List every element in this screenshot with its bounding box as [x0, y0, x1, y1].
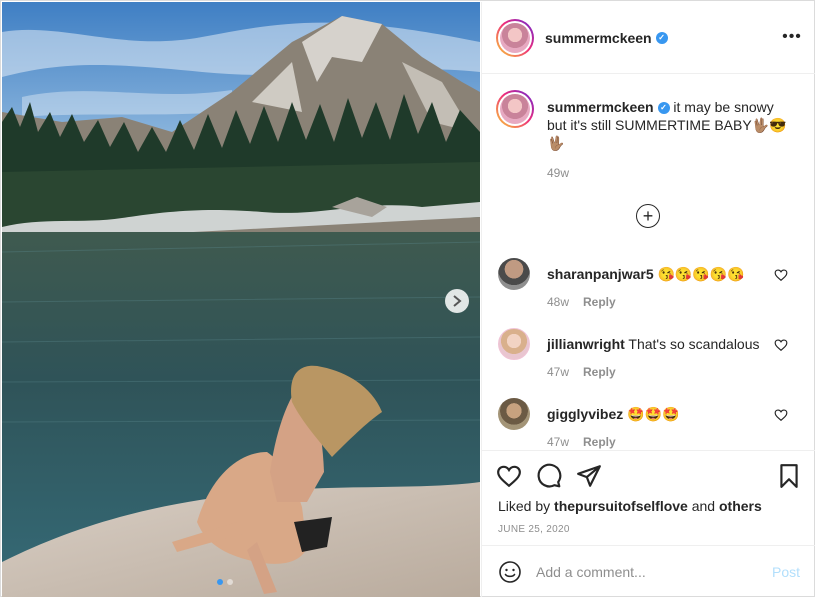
comment-item: gigglyvibez 🤩🤩🤩 47w Reply	[496, 398, 806, 458]
comment-text: That's so scandalous	[628, 336, 760, 352]
add-comment-bar: Post	[482, 545, 815, 597]
commenter-avatar[interactable]	[498, 328, 530, 360]
heart-icon[interactable]	[496, 463, 522, 489]
post-photo[interactable]	[2, 2, 480, 597]
plus-icon: +	[642, 205, 654, 226]
chevron-right-icon	[453, 295, 462, 307]
comment-text: 🤩🤩🤩	[627, 406, 680, 422]
comment-text: 😘😘😘😘😘	[657, 266, 745, 282]
likes-user[interactable]: thepursuitofselflove	[554, 498, 688, 514]
comment-text-line: sharanpanjwar5 😘😘😘😘😘	[547, 265, 777, 283]
comment-input[interactable]	[536, 562, 756, 582]
comment-icon[interactable]	[536, 463, 562, 489]
likes-others-link[interactable]: others	[719, 498, 762, 514]
caption-username[interactable]: summermckeen	[547, 99, 654, 115]
likes-joiner: and	[691, 498, 716, 514]
post-date[interactable]: JUNE 25, 2020	[498, 524, 570, 535]
verified-badge-icon: ✓	[655, 32, 668, 44]
author-username[interactable]: summermckeen	[545, 30, 652, 46]
author-name-row: summermckeen ✓	[545, 30, 668, 46]
bookmark-icon[interactable]	[776, 463, 802, 489]
author-avatar[interactable]	[496, 19, 534, 57]
next-slide-button[interactable]	[445, 289, 469, 313]
comment-item: jillianwright That's so scandalous 47w R…	[496, 328, 806, 388]
comment-time[interactable]: 48w	[547, 295, 569, 309]
post-side-panel: summermckeen ✓ ••• summermckeen ✓ it may…	[481, 2, 815, 597]
carousel-dot	[227, 579, 233, 585]
post-actions: Liked by thepursuitofselflove and others…	[482, 450, 815, 546]
comment-time[interactable]: 47w	[547, 365, 569, 379]
comment-like-heart-icon[interactable]	[774, 408, 788, 422]
load-more-comments-button[interactable]: +	[636, 204, 660, 228]
comment-text-line: gigglyvibez 🤩🤩🤩	[547, 405, 777, 423]
likes-summary: Liked by thepursuitofselflove and others	[498, 498, 762, 514]
caption-timestamp[interactable]: 49w	[547, 166, 569, 180]
commenter-username[interactable]: jillianwright	[547, 336, 625, 352]
commenter-avatar[interactable]	[498, 258, 530, 290]
caption-text-block: summermckeen ✓ it may be snowy but it's …	[547, 98, 797, 152]
lake-mountain-photo	[2, 2, 480, 597]
reply-button[interactable]: Reply	[583, 435, 616, 449]
commenter-avatar[interactable]	[498, 398, 530, 430]
comment-meta: 47w Reply	[547, 365, 616, 379]
smiley-icon[interactable]	[498, 560, 522, 584]
reply-button[interactable]: Reply	[583, 365, 616, 379]
paper-plane-icon[interactable]	[576, 463, 602, 489]
comment-like-heart-icon[interactable]	[774, 268, 788, 282]
comment-time[interactable]: 47w	[547, 435, 569, 449]
post-dialog: summermckeen ✓ ••• summermckeen ✓ it may…	[0, 0, 815, 597]
commenter-username[interactable]: gigglyvibez	[547, 406, 623, 422]
post-header: summermckeen ✓ •••	[482, 2, 815, 74]
comment-meta: 48w Reply	[547, 295, 616, 309]
verified-badge-icon: ✓	[657, 102, 670, 115]
reply-button[interactable]: Reply	[583, 295, 616, 309]
more-options-icon[interactable]: •••	[780, 28, 804, 48]
post-comment-button[interactable]: Post	[772, 564, 800, 580]
comment-meta: 47w Reply	[547, 435, 616, 449]
carousel-dot	[217, 579, 223, 585]
comment-like-heart-icon[interactable]	[774, 338, 788, 352]
caption-avatar[interactable]	[496, 90, 534, 128]
commenter-username[interactable]: sharanpanjwar5	[547, 266, 654, 282]
comment-text-line: jillianwright That's so scandalous	[547, 335, 777, 353]
carousel-indicator	[217, 579, 233, 585]
comment-item: sharanpanjwar5 😘😘😘😘😘 48w Reply	[496, 258, 806, 318]
likes-prefix: Liked by	[498, 498, 551, 514]
